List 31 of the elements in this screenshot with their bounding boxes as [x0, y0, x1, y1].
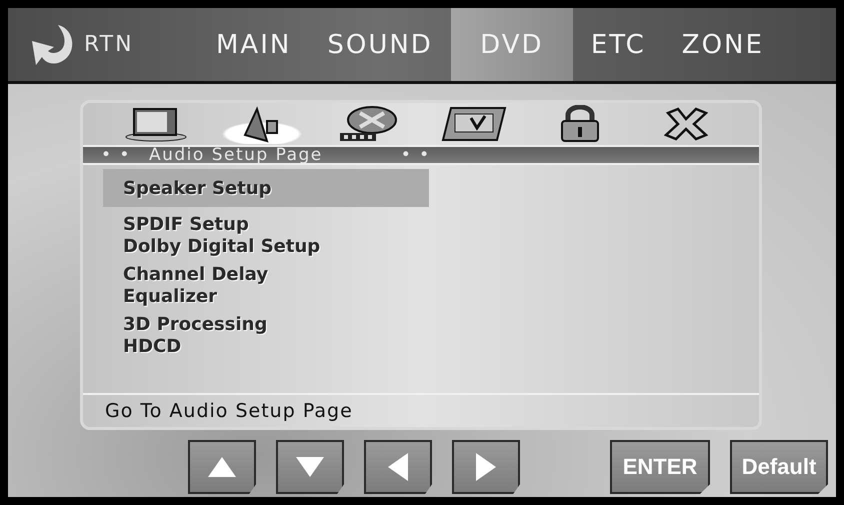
left-arrow-icon: [387, 452, 409, 482]
status-text: Go To Audio Setup Page: [83, 393, 759, 427]
up-arrow-icon: [207, 456, 237, 478]
up-button[interactable]: [188, 440, 256, 494]
close-icon: [664, 107, 708, 141]
menu-item[interactable]: Dolby Digital Setup: [103, 235, 429, 257]
nav-tab[interactable]: ZONE: [664, 8, 782, 81]
text-button[interactable]: Default: [730, 440, 828, 494]
nav-tab[interactable]: ETC: [572, 8, 664, 81]
page-title: Audio Setup Page: [148, 145, 323, 165]
menu-item[interactable]: SPDIF Setup: [103, 213, 429, 235]
tv-icon: [124, 106, 188, 142]
nav-tab[interactable]: SOUND: [309, 8, 451, 81]
right-button[interactable]: [452, 440, 520, 494]
down-button[interactable]: [276, 440, 344, 494]
menu-item[interactable]: 3D Processing: [103, 313, 429, 335]
menu-item[interactable]: HDCD: [103, 335, 429, 357]
menu-item[interactable]: Speaker Setup: [103, 169, 429, 207]
menu-item[interactable]: Channel Delay: [103, 263, 429, 285]
title-marker: • •: [400, 145, 431, 165]
right-arrow-icon: [475, 452, 497, 482]
checklist-panel-icon: [441, 106, 507, 142]
menu-item[interactable]: Equalizer: [103, 285, 429, 307]
text-button[interactable]: ENTER: [610, 440, 710, 494]
nav-tab[interactable]: MAIN: [198, 8, 310, 81]
return-button[interactable]: RTN: [8, 8, 198, 81]
left-button[interactable]: [364, 440, 432, 494]
film-reel-icon: [338, 105, 398, 143]
padlock-icon: [558, 105, 602, 143]
down-arrow-icon: [295, 456, 325, 478]
title-marker: • •: [101, 145, 131, 165]
